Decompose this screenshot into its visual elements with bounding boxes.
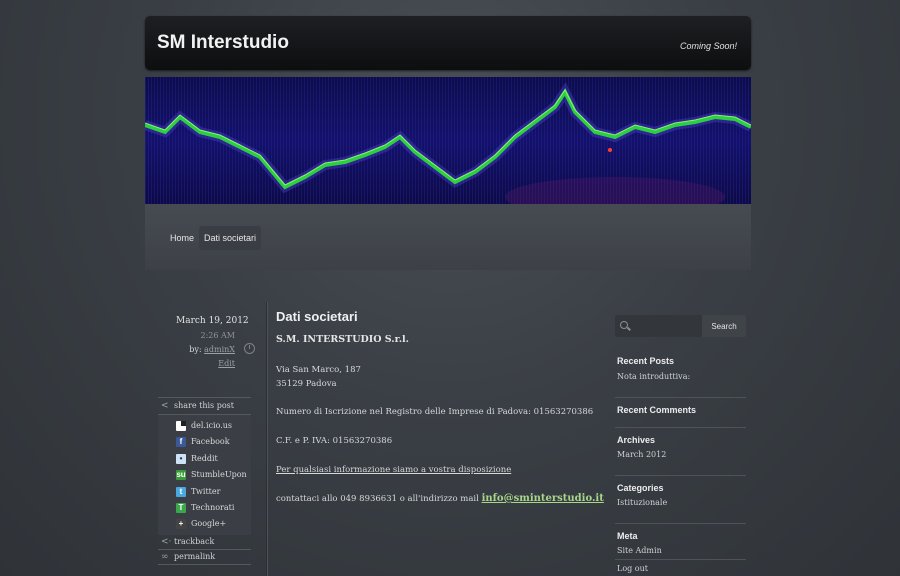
archive-link[interactable]: March 2012 [617,450,666,459]
share-item-label: StumbleUpon [191,470,247,480]
trackback-label: trackback [174,536,215,546]
widget-title-meta: Meta [617,531,638,541]
technorati-icon: T [176,502,186,513]
permalink-label: permalink [174,551,216,561]
edit-link[interactable]: Edit [218,359,235,368]
contact-text: contattaci allo 049 8936631 o all'indiri… [276,494,479,504]
category-link[interactable]: Istituzionale [617,498,667,507]
post-time: 2:26 AM [200,331,235,340]
share-item-label: Google+ [191,519,227,529]
widget-divider [615,523,746,524]
stumbleupon-icon: su [176,470,186,481]
share-googleplus[interactable]: + Google+ [158,516,251,532]
search-icon [620,321,628,329]
share-item-label: Reddit [191,453,218,463]
share-item-label: Technorati [191,502,235,512]
registry-number: Numero di Iscrizione nel Registro delle … [276,407,594,417]
meta-site-admin-link[interactable]: Site Admin [617,546,662,555]
post-author-line: by: adminX [189,345,235,354]
main-menu: Home Dati societari [165,226,262,250]
widget-divider [615,397,746,398]
search-button[interactable]: Search [702,315,746,337]
company-name: S.M. INTERSTUDIO S.r.l. [276,334,409,345]
widget-title-recent-posts: Recent Posts [617,356,675,366]
meta-logout-link[interactable]: Log out [617,564,648,573]
share-heading[interactable]: < share this post [158,397,251,415]
info-link-text: Per qualsiasi informazione siamo a vostr… [276,465,512,475]
contact-line: contattaci allo 049 8936631 o all'indiri… [276,492,604,506]
column-divider [266,302,267,576]
share-item-label: Facebook [191,437,230,447]
share-heading-label: share this post [174,401,234,410]
info-link[interactable]: Per qualsiasi informazione siamo a vostr… [276,463,511,477]
navigation-bar: Home Dati societari [145,204,751,270]
post-date: March 19, 2012 [176,316,249,326]
vat-number: C.F. e P. IVA: 01563270386 [276,436,393,446]
google-plus-icon: + [176,519,186,530]
widget-divider [615,475,746,476]
address-line-1: Via San Marco, 187 [276,365,361,375]
link-icon: ∞ [161,551,169,562]
widget-divider [615,559,746,560]
share-stumbleupon[interactable]: su StumbleUpon [158,467,251,483]
share-list: del.icio.us f Facebook • Reddit su Stumb… [158,415,251,535]
widget-title-recent-comments: Recent Comments [617,405,697,415]
widget-divider [615,427,746,428]
share-item-label: del.icio.us [191,421,233,430]
facebook-icon: f [176,437,186,448]
header-banner-image [145,77,751,204]
recent-post-link[interactable]: Nota introduttiva: [617,372,690,381]
email-link[interactable]: info@sminterstudio.it [482,493,604,504]
search-input[interactable] [632,317,700,337]
share-delicious[interactable]: del.icio.us [158,418,251,434]
share-box: < share this post del.icio.us f Facebook… [158,397,251,565]
author-link[interactable]: adminX [204,345,235,354]
delicious-icon [176,421,186,431]
widget-title-archives: Archives [617,435,656,445]
by-label: by: [189,345,202,354]
trackback-link[interactable]: <· trackback [158,535,251,550]
permalink-link[interactable]: ∞ permalink [158,550,251,565]
share-twitter[interactable]: t Twitter [158,484,251,500]
search-form: Search [615,315,746,337]
share-icon: < [161,401,169,411]
share-technorati[interactable]: T Technorati [158,500,251,516]
twitter-icon: t [176,486,186,497]
site-tagline: Coming Soon! [679,41,737,51]
site-title[interactable]: SM Interstudio [157,32,289,54]
post-title[interactable]: Dati societari [276,309,358,324]
clock-icon [244,343,255,354]
share-item-label: Twitter [191,486,221,496]
trackback-icon: <· [161,536,172,547]
nav-item-home[interactable]: Home [165,226,199,250]
widget-title-categories: Categories [617,483,664,493]
site-header: SM Interstudio Coming Soon! [145,16,751,70]
share-reddit[interactable]: • Reddit [158,451,251,467]
share-facebook[interactable]: f Facebook [158,434,251,450]
reddit-icon: • [176,453,186,464]
nav-item-dati-societari[interactable]: Dati societari [199,226,262,250]
address-line-2: 35129 Padova [276,379,337,389]
